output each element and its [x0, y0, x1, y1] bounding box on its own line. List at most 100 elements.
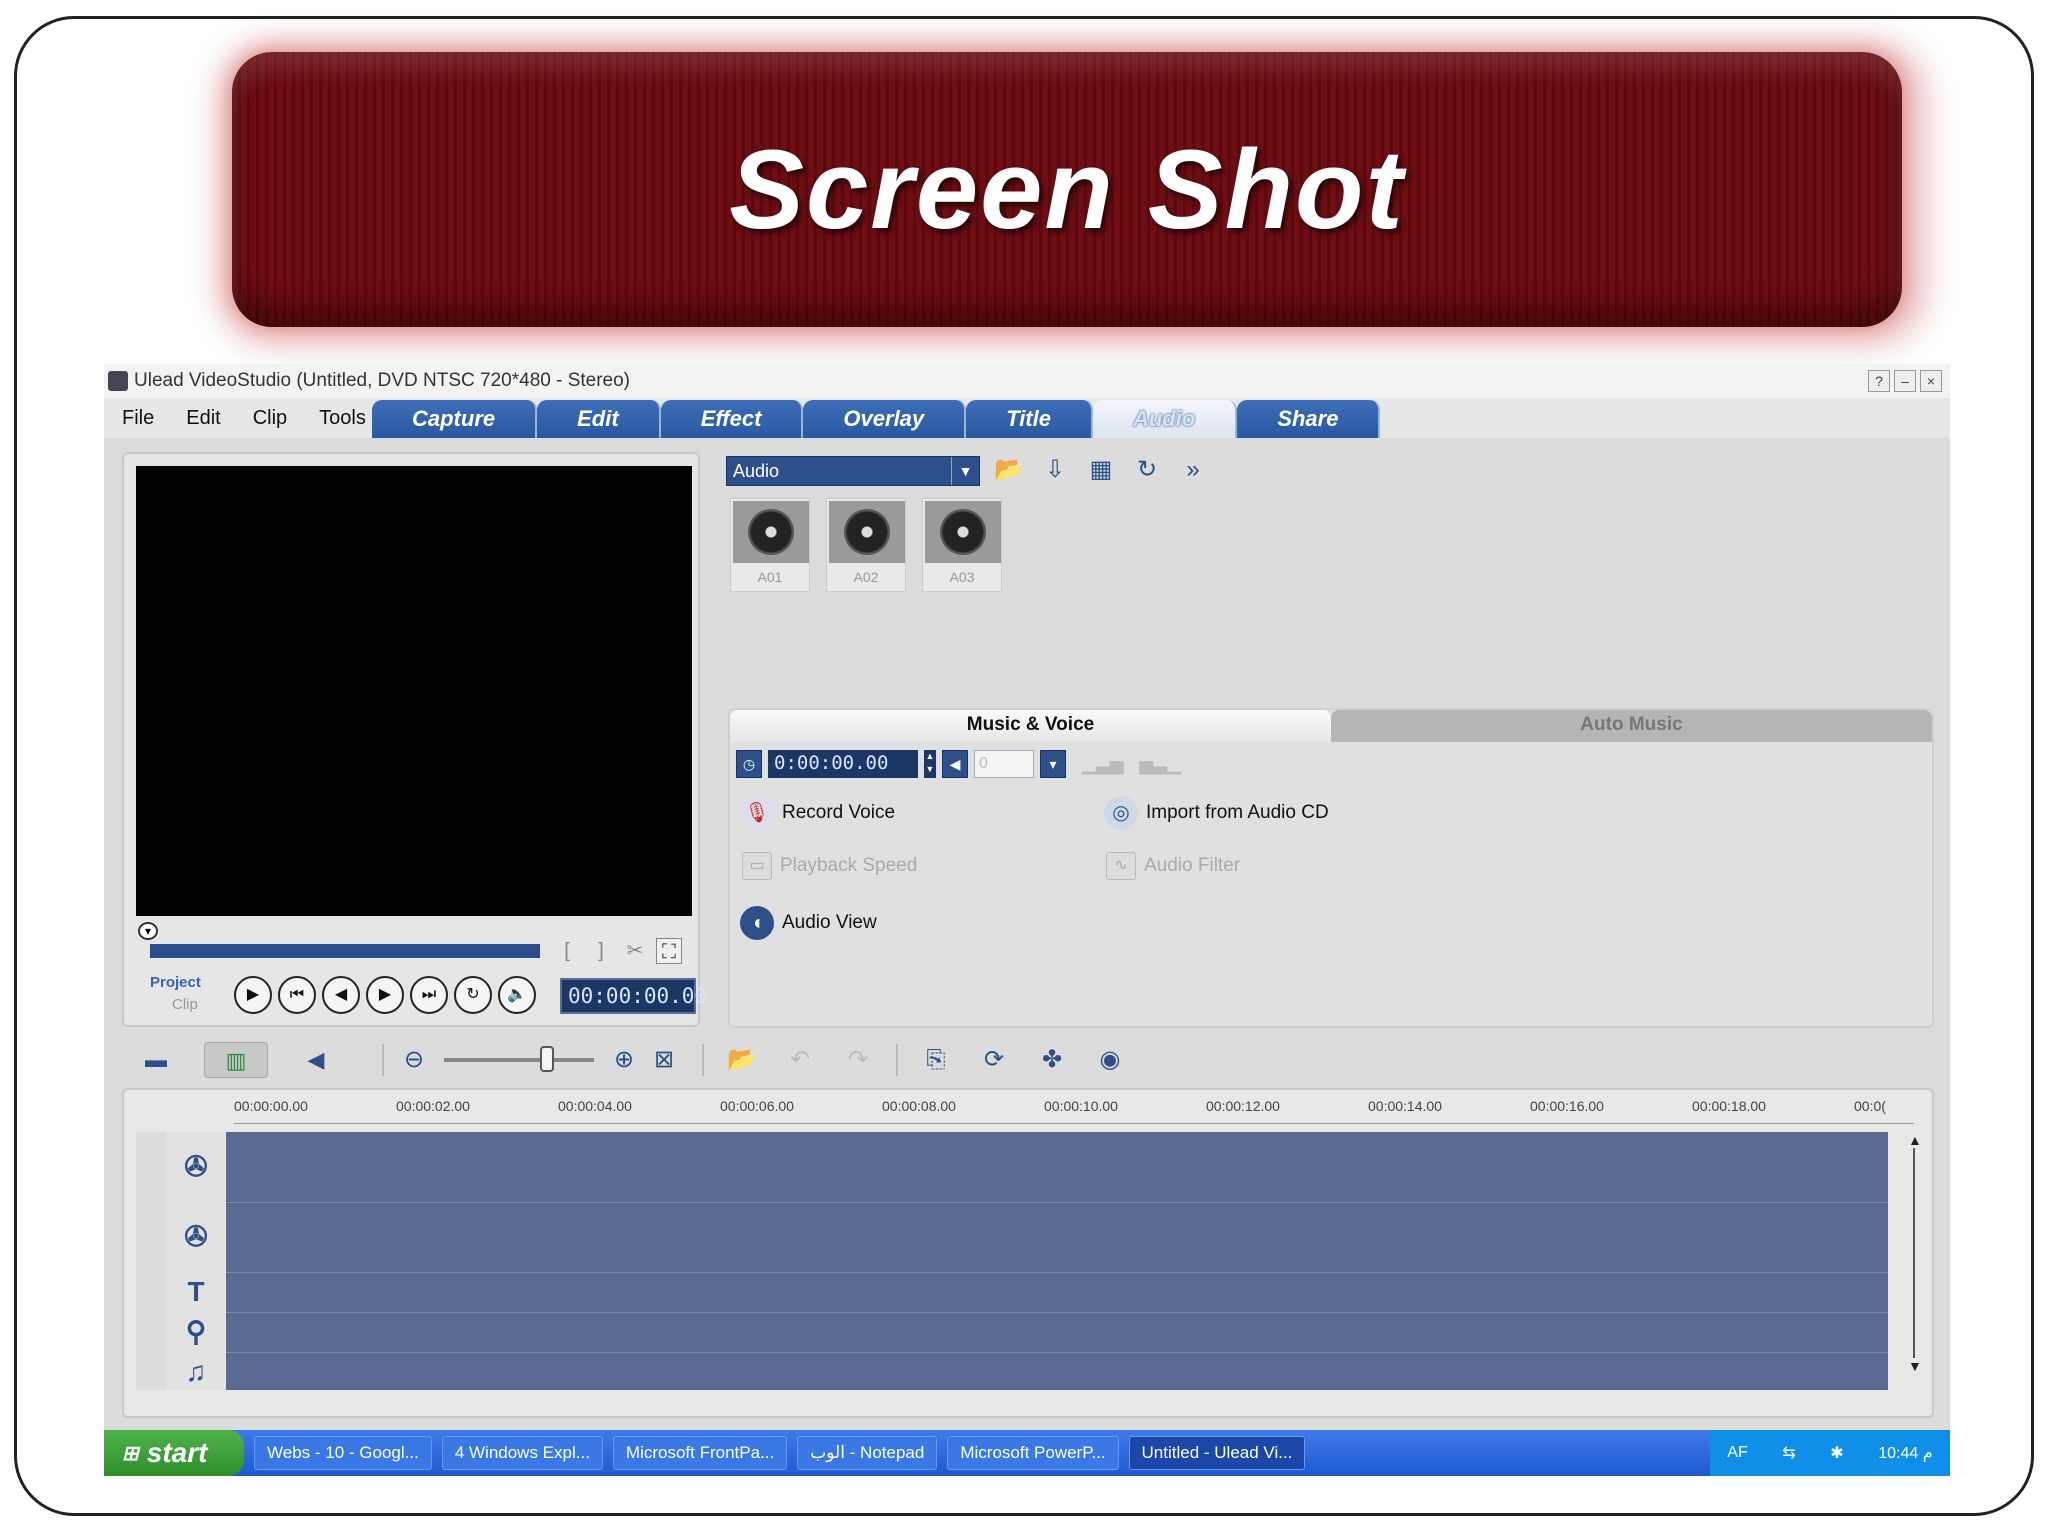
batch-convert-icon[interactable]: ⟳ — [974, 1040, 1014, 1080]
taskbar-item[interactable]: Webs - 10 - Googl... — [254, 1436, 432, 1470]
end-icon[interactable]: ⏭ — [410, 976, 448, 1014]
duration-spinner[interactable]: ▲ ▼ — [924, 750, 936, 778]
timeline-scrollbar[interactable]: ▲ ▼ — [1908, 1132, 1922, 1390]
tab-effect[interactable]: Effect — [660, 400, 804, 438]
menu-tools[interactable]: Tools — [319, 407, 366, 430]
expand-icon[interactable]: » — [1176, 454, 1210, 488]
scrub-handle[interactable]: ▾ — [138, 922, 158, 940]
import-audio-cd-button[interactable]: ◎ Import from Audio CD — [1104, 796, 1329, 830]
storyboard-view-icon[interactable]: ▬ — [124, 1042, 188, 1078]
mark-out-icon[interactable]: ] — [588, 938, 614, 964]
undo-icon[interactable]: ↶ — [780, 1040, 820, 1080]
smart-proxy-icon[interactable]: ⎘ — [916, 1040, 956, 1080]
playback-speed-button[interactable]: ▭ Playback Speed — [742, 852, 917, 880]
music-track-icon[interactable]: ♫ — [166, 1352, 226, 1392]
overlay-track-icon[interactable]: ✇ — [166, 1202, 226, 1272]
tab-share[interactable]: Share — [1237, 400, 1381, 438]
app-window: Ulead VideoStudio (Untitled, DVD NTSC 72… — [104, 364, 1950, 1476]
timeline-view-icon[interactable]: ▥ — [204, 1042, 268, 1078]
start-button[interactable]: ⊞ start — [104, 1430, 244, 1476]
taskbar-item[interactable]: 4 Windows Expl... — [441, 1436, 603, 1470]
library-item[interactable]: A01 — [730, 498, 810, 592]
minimize-button[interactable]: – — [1894, 370, 1916, 392]
ruler-label: 00:00:02.00 — [396, 1098, 470, 1114]
clock[interactable]: 10:44 م — [1878, 1443, 1932, 1463]
refresh-icon[interactable]: ↻ — [1130, 454, 1164, 488]
network-icon[interactable]: ⇆ — [1782, 1443, 1795, 1463]
mixer-icon[interactable]: ✤ — [1032, 1040, 1072, 1080]
project-mode-label[interactable]: Project — [150, 972, 201, 994]
fade-in-icon[interactable]: ▁▃▅ — [1082, 754, 1124, 775]
track-toggle-rail[interactable] — [136, 1132, 166, 1390]
taskbar-item[interactable]: Microsoft PowerP... — [947, 1436, 1119, 1470]
mark-in-icon[interactable]: [ — [554, 938, 580, 964]
library-manager-icon[interactable]: ▦ — [1084, 454, 1118, 488]
tab-music-voice[interactable]: Music & Voice — [730, 710, 1331, 742]
tab-overlay[interactable]: Overlay — [803, 400, 967, 438]
repeat-icon[interactable]: ↻ — [454, 976, 492, 1014]
tab-audio[interactable]: Audio — [1092, 400, 1238, 438]
library-item-label: A03 — [949, 569, 975, 585]
menu-edit[interactable]: Edit — [186, 407, 220, 430]
duration-timecode[interactable]: 0:00:00.00 — [768, 750, 918, 778]
library-item[interactable]: A02 — [826, 498, 906, 592]
fade-out-icon[interactable]: ▅▃▁ — [1140, 754, 1182, 775]
audio-filter-button[interactable]: ∿ Audio Filter — [1106, 852, 1240, 880]
title-track-icon[interactable]: T — [166, 1272, 226, 1312]
track-manager-icon[interactable]: ◉ — [1090, 1040, 1130, 1080]
chevron-down-icon[interactable]: ▼ — [951, 457, 979, 485]
video-track-icon[interactable]: ✇ — [166, 1132, 226, 1202]
scrub-bar[interactable] — [150, 944, 540, 958]
volume-icon[interactable]: 🔈 — [498, 976, 536, 1014]
volume-field[interactable]: 0 — [974, 750, 1034, 778]
zoom-slider-knob[interactable] — [540, 1046, 554, 1072]
zoom-slider[interactable] — [444, 1046, 594, 1072]
folder-icon[interactable]: 📂 — [992, 454, 1026, 488]
audio-view-mode-icon[interactable]: ◀ — [284, 1042, 348, 1078]
audio-disc-icon — [940, 509, 986, 555]
audio-filter-icon: ∿ — [1106, 852, 1136, 880]
tab-edit[interactable]: Edit — [537, 400, 661, 438]
volume-dropdown-icon[interactable]: ▾ — [1040, 750, 1066, 778]
scroll-down-icon[interactable]: ▼ — [1908, 1358, 1922, 1374]
speaker-icon: ◀ — [942, 750, 968, 778]
library-dropdown[interactable]: Audio ▼ — [726, 456, 980, 486]
close-button[interactable]: × — [1920, 370, 1942, 392]
playback-speed-label: Playback Speed — [780, 855, 918, 876]
audio-view-button[interactable]: ◖ Audio View — [740, 906, 877, 940]
taskbar-item[interactable]: Untitled - Ulead Vi... — [1128, 1436, 1306, 1470]
audio-view-icon: ◖ — [740, 906, 774, 940]
help-button[interactable]: ? — [1868, 370, 1890, 392]
time-ruler[interactable]: 00:00:00.00 00:00:02.00 00:00:04.00 00:0… — [234, 1094, 1914, 1124]
taskbar-item[interactable]: الوب - Notepad — [797, 1436, 938, 1470]
zoom-in-icon[interactable]: ⊕ — [604, 1040, 644, 1080]
language-indicator[interactable]: AF — [1727, 1444, 1747, 1462]
clip-mode-label[interactable]: Clip — [150, 994, 201, 1016]
track-area[interactable] — [186, 1132, 1888, 1390]
play-icon[interactable]: ▶ — [234, 976, 272, 1014]
bluetooth-icon[interactable]: ✱ — [1830, 1443, 1843, 1463]
tab-title[interactable]: Title — [966, 400, 1093, 438]
fullscreen-icon[interactable]: ⛶ — [656, 938, 682, 964]
taskbar-item[interactable]: Microsoft FrontPa... — [612, 1436, 788, 1470]
previous-frame-icon[interactable]: ◀ — [322, 976, 360, 1014]
ruler-label: 00:00:00.00 — [234, 1098, 308, 1114]
import-icon[interactable]: ⇩ — [1038, 454, 1072, 488]
home-icon[interactable]: ⏮ — [278, 976, 316, 1014]
voice-track-icon[interactable]: ⚲ — [166, 1312, 226, 1352]
timeline: 00:00:00.00 00:00:02.00 00:00:04.00 00:0… — [122, 1088, 1934, 1418]
tab-auto-music[interactable]: Auto Music — [1331, 710, 1932, 742]
menu-clip[interactable]: Clip — [253, 407, 287, 430]
zoom-out-icon[interactable]: ⊖ — [394, 1040, 434, 1080]
fit-project-icon[interactable]: ⊠ — [644, 1040, 684, 1080]
cut-icon[interactable]: ✂ — [622, 938, 648, 964]
scroll-up-icon[interactable]: ▲ — [1908, 1132, 1922, 1148]
redo-icon[interactable]: ↷ — [838, 1040, 878, 1080]
record-voice-button[interactable]: 🎙 Record Voice — [740, 796, 895, 830]
insert-media-icon[interactable]: 📂 — [722, 1040, 762, 1080]
next-frame-icon[interactable]: ▶ — [366, 976, 404, 1014]
preview-timecode[interactable]: 00:00:00.00 — [560, 978, 707, 1014]
library-item[interactable]: A03 — [922, 498, 1002, 592]
menu-file[interactable]: File — [122, 407, 154, 430]
tab-capture[interactable]: Capture — [372, 400, 538, 438]
